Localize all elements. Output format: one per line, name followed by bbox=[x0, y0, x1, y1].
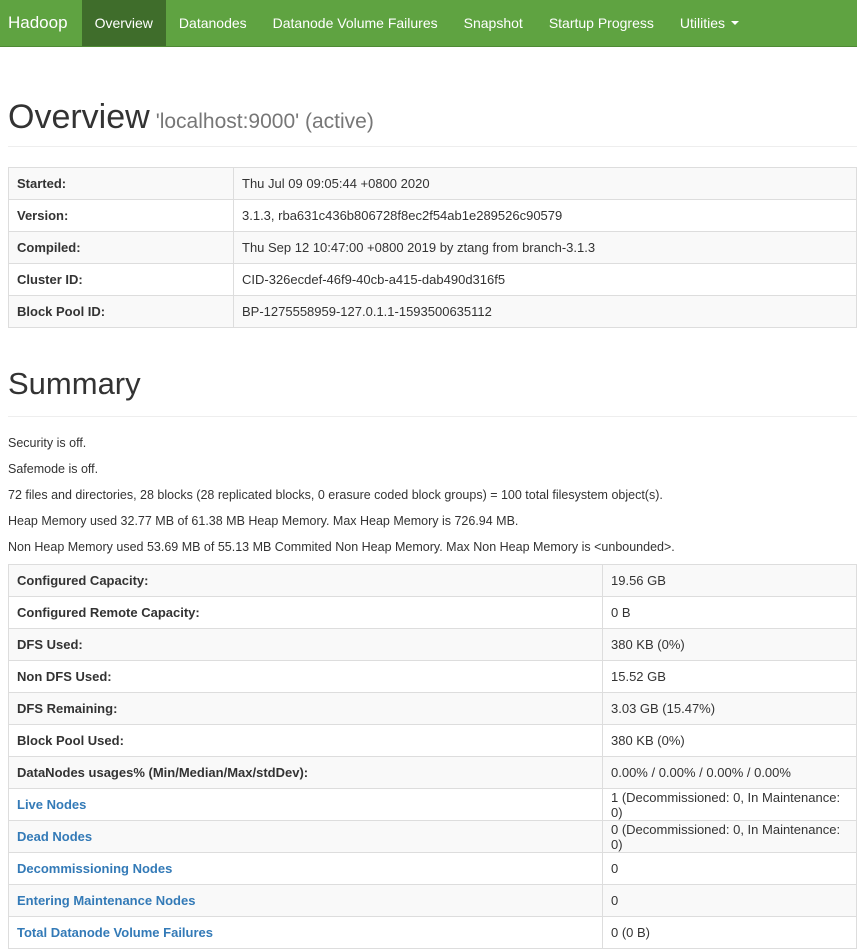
row-label: Compiled: bbox=[8, 231, 234, 265]
row-value: BP-1275558959-127.0.1.1-1593500635112 bbox=[233, 295, 857, 329]
live-nodes-link[interactable]: Live Nodes bbox=[17, 797, 86, 812]
row-label: Cluster ID: bbox=[8, 263, 234, 297]
summary-text: Security is off. Safemode is off. 72 fil… bbox=[8, 434, 857, 564]
safemode-status: Safemode is off. bbox=[8, 462, 99, 477]
table-row: Cluster ID: CID-326ecdef-46f9-40cb-a415-… bbox=[8, 263, 857, 297]
overview-header: Overview'localhost:9000' (active) bbox=[8, 98, 857, 148]
table-row: Total Datanode Volume Failures 0 (0 B) bbox=[8, 916, 857, 949]
non-heap-memory: Non Heap Memory used 53.69 MB of 55.13 M… bbox=[8, 540, 675, 555]
row-value: Thu Sep 12 10:47:00 +0800 2019 by ztang … bbox=[233, 231, 857, 265]
row-label: Block Pool ID: bbox=[8, 295, 234, 329]
table-row: Configured Remote Capacity: 0 B bbox=[8, 596, 857, 630]
row-label: Total Datanode Volume Failures bbox=[8, 916, 603, 949]
nav-utilities-label: Utilities bbox=[679, 15, 725, 31]
table-row: Version: 3.1.3, rba631c436b806728f8ec2f5… bbox=[8, 199, 857, 233]
row-value: 0 B bbox=[602, 596, 857, 630]
row-label: DataNodes usages% (Min/Median/Max/stdDev… bbox=[8, 756, 603, 790]
nav-snapshot[interactable]: Snapshot bbox=[451, 0, 536, 46]
entering-maintenance-nodes-link[interactable]: Entering Maintenance Nodes bbox=[17, 893, 195, 908]
row-value: 380 KB (0%) bbox=[602, 628, 857, 662]
row-value: 0 bbox=[602, 884, 857, 918]
table-row: Block Pool ID: BP-1275558959-127.0.1.1-1… bbox=[8, 295, 857, 329]
filesystem-objects: 72 files and directories, 28 blocks (28 … bbox=[8, 488, 663, 503]
row-label: Version: bbox=[8, 199, 234, 233]
row-label: Configured Remote Capacity: bbox=[8, 596, 603, 630]
row-value: 19.56 GB bbox=[602, 564, 857, 598]
table-row: Block Pool Used: 380 KB (0%) bbox=[8, 724, 857, 758]
main-content: Overview'localhost:9000' (active) Starte… bbox=[0, 98, 857, 949]
security-status: Security is off. bbox=[8, 436, 87, 451]
dead-nodes-link[interactable]: Dead Nodes bbox=[17, 829, 92, 844]
table-row: DFS Used: 380 KB (0%) bbox=[8, 628, 857, 662]
row-label: Entering Maintenance Nodes bbox=[8, 884, 603, 918]
summary-title: Summary bbox=[8, 366, 857, 418]
nav-overview[interactable]: Overview bbox=[81, 0, 166, 46]
row-label: Configured Capacity: bbox=[8, 564, 603, 598]
row-value: 3.03 GB (15.47%) bbox=[602, 692, 857, 726]
row-label: DFS Remaining: bbox=[8, 692, 603, 726]
table-row: DataNodes usages% (Min/Median/Max/stdDev… bbox=[8, 756, 857, 790]
table-row: Non DFS Used: 15.52 GB bbox=[8, 660, 857, 694]
row-value: 0.00% / 0.00% / 0.00% / 0.00% bbox=[602, 756, 857, 790]
page-title: Overview'localhost:9000' (active) bbox=[8, 98, 857, 136]
row-label: Decommissioning Nodes bbox=[8, 852, 603, 886]
nav-datanodes[interactable]: Datanodes bbox=[166, 0, 260, 46]
row-label: Non DFS Used: bbox=[8, 660, 603, 694]
table-row: Live Nodes 1 (Decommissioned: 0, In Main… bbox=[8, 788, 857, 822]
summary-table: Configured Capacity: 19.56 GB Configured… bbox=[8, 564, 857, 949]
row-value: Thu Jul 09 09:05:44 +0800 2020 bbox=[233, 167, 857, 201]
decommissioning-nodes-link[interactable]: Decommissioning Nodes bbox=[17, 861, 172, 876]
volume-failures-link[interactable]: Total Datanode Volume Failures bbox=[17, 925, 213, 940]
table-row: Entering Maintenance Nodes 0 bbox=[8, 884, 857, 918]
table-row: Decommissioning Nodes 0 bbox=[8, 852, 857, 886]
table-row: Compiled: Thu Sep 12 10:47:00 +0800 2019… bbox=[8, 231, 857, 265]
nav-datanode-volume-failures[interactable]: Datanode Volume Failures bbox=[260, 0, 451, 46]
nav-menu: Overview Datanodes Datanode Volume Failu… bbox=[81, 0, 752, 46]
page-title-text: Overview bbox=[8, 98, 150, 136]
heap-memory: Heap Memory used 32.77 MB of 61.38 MB He… bbox=[8, 514, 519, 529]
row-label: DFS Used: bbox=[8, 628, 603, 662]
row-value: 0 (0 B) bbox=[602, 916, 857, 949]
nav-utilities-dropdown[interactable]: Utilities bbox=[667, 0, 752, 46]
table-row: Configured Capacity: 19.56 GB bbox=[8, 564, 857, 598]
table-row: Started: Thu Jul 09 09:05:44 +0800 2020 bbox=[8, 167, 857, 201]
row-label: Dead Nodes bbox=[8, 820, 603, 854]
row-value: 0 bbox=[602, 852, 857, 886]
caret-down-icon bbox=[731, 21, 739, 25]
table-row: Dead Nodes 0 (Decommissioned: 0, In Main… bbox=[8, 820, 857, 854]
row-label: Started: bbox=[8, 167, 234, 201]
brand-logo-link[interactable]: Hadoop bbox=[0, 0, 82, 46]
row-value: CID-326ecdef-46f9-40cb-a415-dab490d316f5 bbox=[233, 263, 857, 297]
row-value: 380 KB (0%) bbox=[602, 724, 857, 758]
overview-table: Started: Thu Jul 09 09:05:44 +0800 2020 … bbox=[8, 167, 857, 329]
row-label: Live Nodes bbox=[8, 788, 603, 822]
page-subtitle: 'localhost:9000' (active) bbox=[155, 110, 374, 133]
row-value: 1 (Decommissioned: 0, In Maintenance: 0) bbox=[602, 788, 857, 822]
row-value: 15.52 GB bbox=[602, 660, 857, 694]
top-navbar: Hadoop Overview Datanodes Datanode Volum… bbox=[0, 0, 857, 47]
row-label: Block Pool Used: bbox=[8, 724, 603, 758]
table-row: DFS Remaining: 3.03 GB (15.47%) bbox=[8, 692, 857, 726]
row-value: 0 (Decommissioned: 0, In Maintenance: 0) bbox=[602, 820, 857, 854]
row-value: 3.1.3, rba631c436b806728f8ec2f54ab1e2895… bbox=[233, 199, 857, 233]
nav-startup-progress[interactable]: Startup Progress bbox=[536, 0, 667, 46]
